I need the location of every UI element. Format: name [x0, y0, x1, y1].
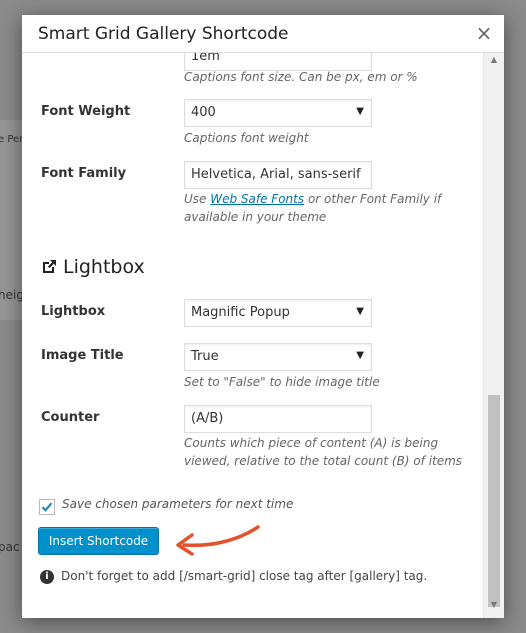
- web-safe-fonts-link[interactable]: Web Safe Fonts: [210, 192, 304, 206]
- info-icon: i: [40, 570, 54, 584]
- lightbox-section-heading: Lightbox: [41, 256, 145, 278]
- background-fragment: e Per: [0, 134, 24, 145]
- font-family-desc-prefix: Use: [184, 192, 211, 206]
- font-weight-description: Captions font weight: [184, 131, 309, 145]
- shortcode-modal: 1em Captions font size. Can be px, em or…: [22, 15, 504, 618]
- image-title-description: Set to "False" to hide image title: [184, 375, 380, 389]
- save-parameters-checkbox[interactable]: [39, 499, 55, 515]
- lightbox-selected: Magnific Popup: [191, 305, 290, 320]
- background-fragment: heig: [0, 288, 24, 302]
- font-weight-select[interactable]: 400 ▼: [184, 99, 372, 127]
- modal-content: 1em Captions font size. Can be px, em or…: [22, 15, 484, 618]
- annotation-arrow-icon: [176, 525, 260, 556]
- dropdown-arrow-icon: ▼: [356, 306, 364, 317]
- lightbox-select[interactable]: Magnific Popup ▼: [184, 299, 372, 327]
- modal-title: Smart Grid Gallery Shortcode: [38, 24, 289, 44]
- dropdown-arrow-icon: ▼: [356, 106, 364, 117]
- background-fragment: pac: [0, 540, 20, 554]
- checkmark-icon: [41, 502, 53, 512]
- save-parameters-label: Save chosen parameters for next time: [62, 497, 294, 511]
- scrollbar-thumb[interactable]: [488, 395, 500, 607]
- font-family-description: Use Web Safe Fonts or other Font Family …: [184, 190, 454, 226]
- image-title-label: Image Title: [41, 348, 124, 363]
- close-icon[interactable]: ×: [474, 22, 494, 44]
- modal-header: Smart Grid Gallery Shortcode ×: [22, 15, 504, 53]
- scroll-down-icon[interactable]: ▼: [484, 600, 504, 616]
- counter-description: Counts which piece of content (A) is bei…: [184, 436, 463, 468]
- font-weight-selected: 400: [191, 105, 216, 120]
- image-title-selected: True: [191, 349, 219, 364]
- lightbox-heading-text: Lightbox: [63, 256, 145, 278]
- image-title-select[interactable]: True ▼: [184, 343, 372, 371]
- external-link-icon: [43, 260, 56, 273]
- font-family-input[interactable]: Helvetica, Arial, sans-serif: [184, 161, 372, 189]
- counter-label: Counter: [41, 410, 100, 425]
- lightbox-label: Lightbox: [41, 304, 106, 319]
- font-family-label: Font Family: [41, 166, 127, 181]
- scrollbar[interactable]: ▲ ▼: [483, 52, 504, 618]
- font-size-description: Captions font size. Can be px, em or %: [184, 70, 418, 84]
- counter-input[interactable]: (A/B): [184, 405, 372, 433]
- font-weight-label: Font Weight: [41, 104, 131, 119]
- dropdown-arrow-icon: ▼: [356, 350, 364, 361]
- insert-shortcode-button[interactable]: Insert Shortcode: [38, 527, 159, 555]
- info-text: Don't forget to add [/smart-grid] close …: [61, 569, 428, 583]
- scroll-up-icon[interactable]: ▲: [484, 55, 504, 71]
